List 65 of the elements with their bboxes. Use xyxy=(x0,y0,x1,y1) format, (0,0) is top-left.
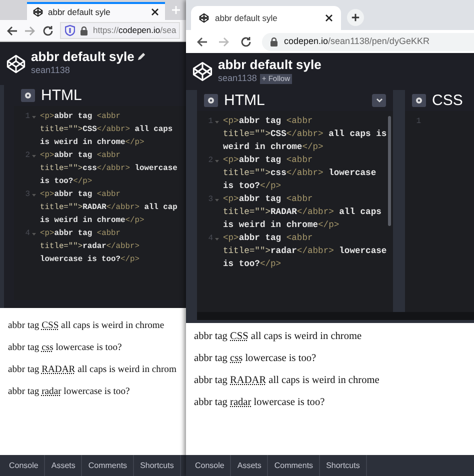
tab-title: abbr default syle xyxy=(48,6,112,18)
preview-paragraph: abbr tag RADAR all caps is weird in chrome xyxy=(194,374,380,388)
preview-paragraph: abbr tag radar lowercase is too? xyxy=(194,396,325,410)
reload-icon[interactable] xyxy=(240,36,252,48)
codepen-favicon-icon xyxy=(33,7,43,17)
footer-tab[interactable]: Shortcuts xyxy=(320,455,367,476)
collapse-button[interactable] xyxy=(372,94,386,107)
gear-icon[interactable] xyxy=(204,94,218,107)
code-line: <p>abbr tag <abbr xyxy=(223,154,313,167)
lock-icon xyxy=(270,36,278,46)
footer-tab[interactable]: Shortcuts xyxy=(134,455,181,476)
code-line: <p>abbr tag <abbr xyxy=(223,193,313,206)
scrollbar[interactable] xyxy=(388,116,391,226)
code-line: title="">radar</abbr> lowercase xyxy=(223,245,387,258)
code-line: is too?</p> xyxy=(223,258,282,271)
chevron-down-icon xyxy=(376,98,382,103)
address-bar[interactable]: codepen.io/sean1138/pen/dyGeKKR xyxy=(262,32,474,50)
preview-paragraph: abbr tag css lowercase is too? xyxy=(194,352,316,366)
browser-tab[interactable]: abbr default syle xyxy=(191,6,341,30)
code-line: title="">css</abbr> lowercase xyxy=(223,167,376,180)
code-line: is weird in chrome</p> xyxy=(223,219,340,232)
pen-author[interactable]: sean1138 xyxy=(31,64,70,78)
code-line: weird in chrome</p> xyxy=(223,141,324,154)
pen-title: abbr default syle xyxy=(31,49,134,64)
back-arrow-icon[interactable] xyxy=(196,36,208,48)
code-line: title="">CSS</abbr> all caps is xyxy=(223,128,387,141)
panel-title: HTML xyxy=(224,93,265,108)
lock-icon xyxy=(80,26,88,36)
preview-paragraph: abbr tag CSS all caps is weird in chrome xyxy=(8,319,164,333)
preview-paragraph: abbr tag css lowercase is too? xyxy=(8,341,122,355)
codepen-favicon-icon xyxy=(199,13,209,23)
url-text: codepen.io/sean1138/pen/dyGeKKR xyxy=(284,34,430,48)
url-text: https://codepen.io/sea xyxy=(93,24,176,37)
back-arrow-icon[interactable] xyxy=(6,24,18,36)
footer-tab[interactable]: Comments xyxy=(268,455,320,476)
panel-title: CSS xyxy=(432,93,463,108)
code-line: <p>abbr tag <abbr xyxy=(223,115,313,128)
plus-icon xyxy=(351,13,360,22)
pen-title: abbr default syle xyxy=(218,57,322,72)
panel-title: HTML xyxy=(41,88,82,103)
close-icon[interactable] xyxy=(151,8,159,16)
codepen-logo-icon[interactable] xyxy=(6,54,26,74)
preview-paragraph: abbr tag RADAR all caps is weird in chrom xyxy=(8,363,176,377)
footer-tab[interactable]: Console xyxy=(189,455,232,476)
preview-paragraph: abbr tag radar lowercase is too? xyxy=(8,385,130,399)
gear-icon[interactable] xyxy=(412,94,426,107)
pen-author[interactable]: sean1138 xyxy=(218,72,257,86)
footer-tab[interactable]: Console xyxy=(3,455,46,476)
address-bar[interactable]: https://codepen.io/sea xyxy=(60,22,180,39)
gear-icon[interactable] xyxy=(21,89,35,102)
new-tab-button[interactable] xyxy=(347,9,364,26)
browser-tab[interactable]: abbr default syle xyxy=(27,2,165,20)
preview-paragraph: abbr tag CSS all caps is weird in chrome xyxy=(194,330,362,344)
code-line: title="">RADAR</abbr> all caps xyxy=(223,206,382,219)
code-line: <p>abbr tag <abbr xyxy=(223,232,313,245)
reload-icon[interactable] xyxy=(42,24,54,36)
shield-icon xyxy=(65,25,75,36)
footer-tab[interactable]: Assets xyxy=(231,455,268,476)
footer-tab[interactable]: Comments xyxy=(82,455,134,476)
codepen-logo-icon[interactable] xyxy=(192,61,213,82)
close-icon[interactable] xyxy=(325,14,333,22)
footer-tab[interactable]: Assets xyxy=(45,455,82,476)
pencil-icon[interactable] xyxy=(137,52,146,62)
tab-title: abbr default syle xyxy=(215,12,278,24)
code-line: is too?</p> xyxy=(223,180,282,193)
